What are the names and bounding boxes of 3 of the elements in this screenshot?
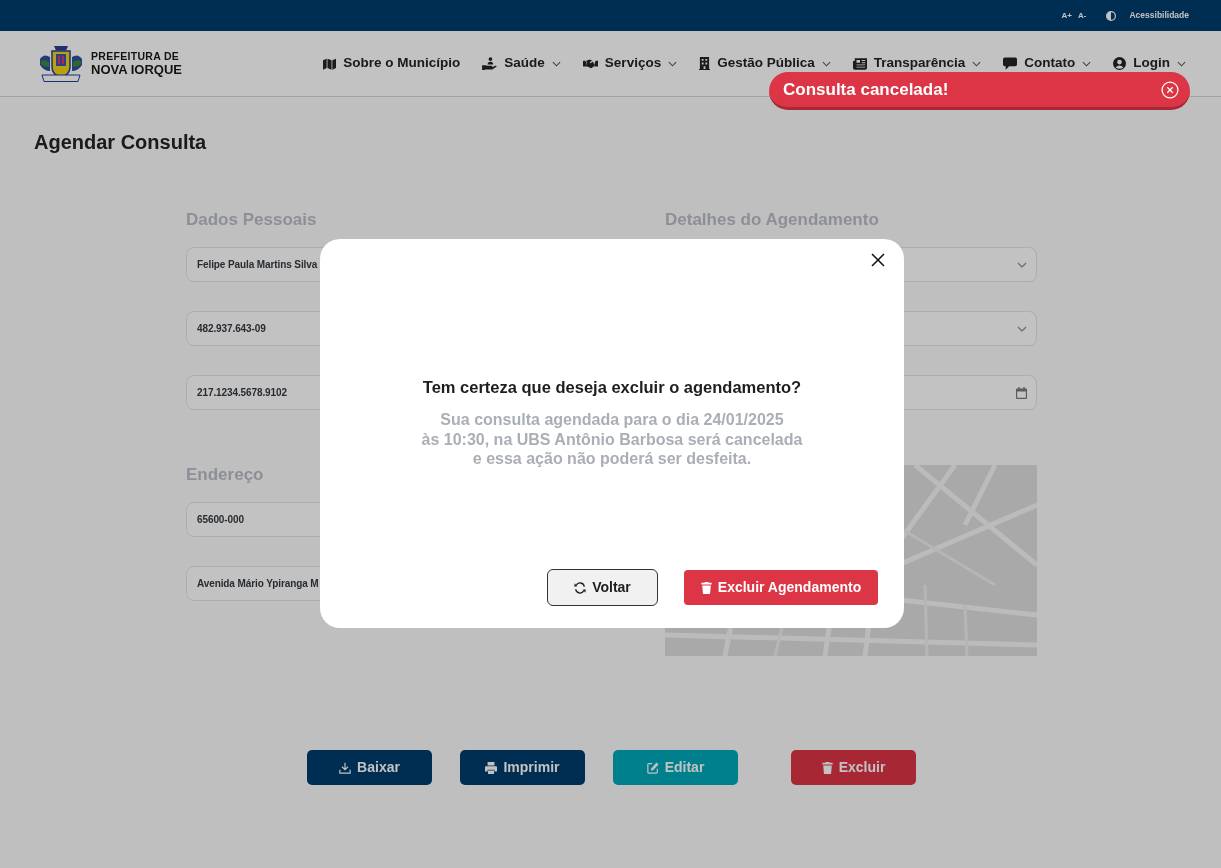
toast-message: Consulta cancelada!	[783, 81, 949, 98]
dialog-message: Sua consulta agendada para o dia 24/01/2025 às 10:30, na UBS Antônio Barbosa será cancelada e essa ação não poderá ser desfeita.	[421, 410, 803, 469]
page-title: Agendar Consulta	[34, 130, 207, 154]
